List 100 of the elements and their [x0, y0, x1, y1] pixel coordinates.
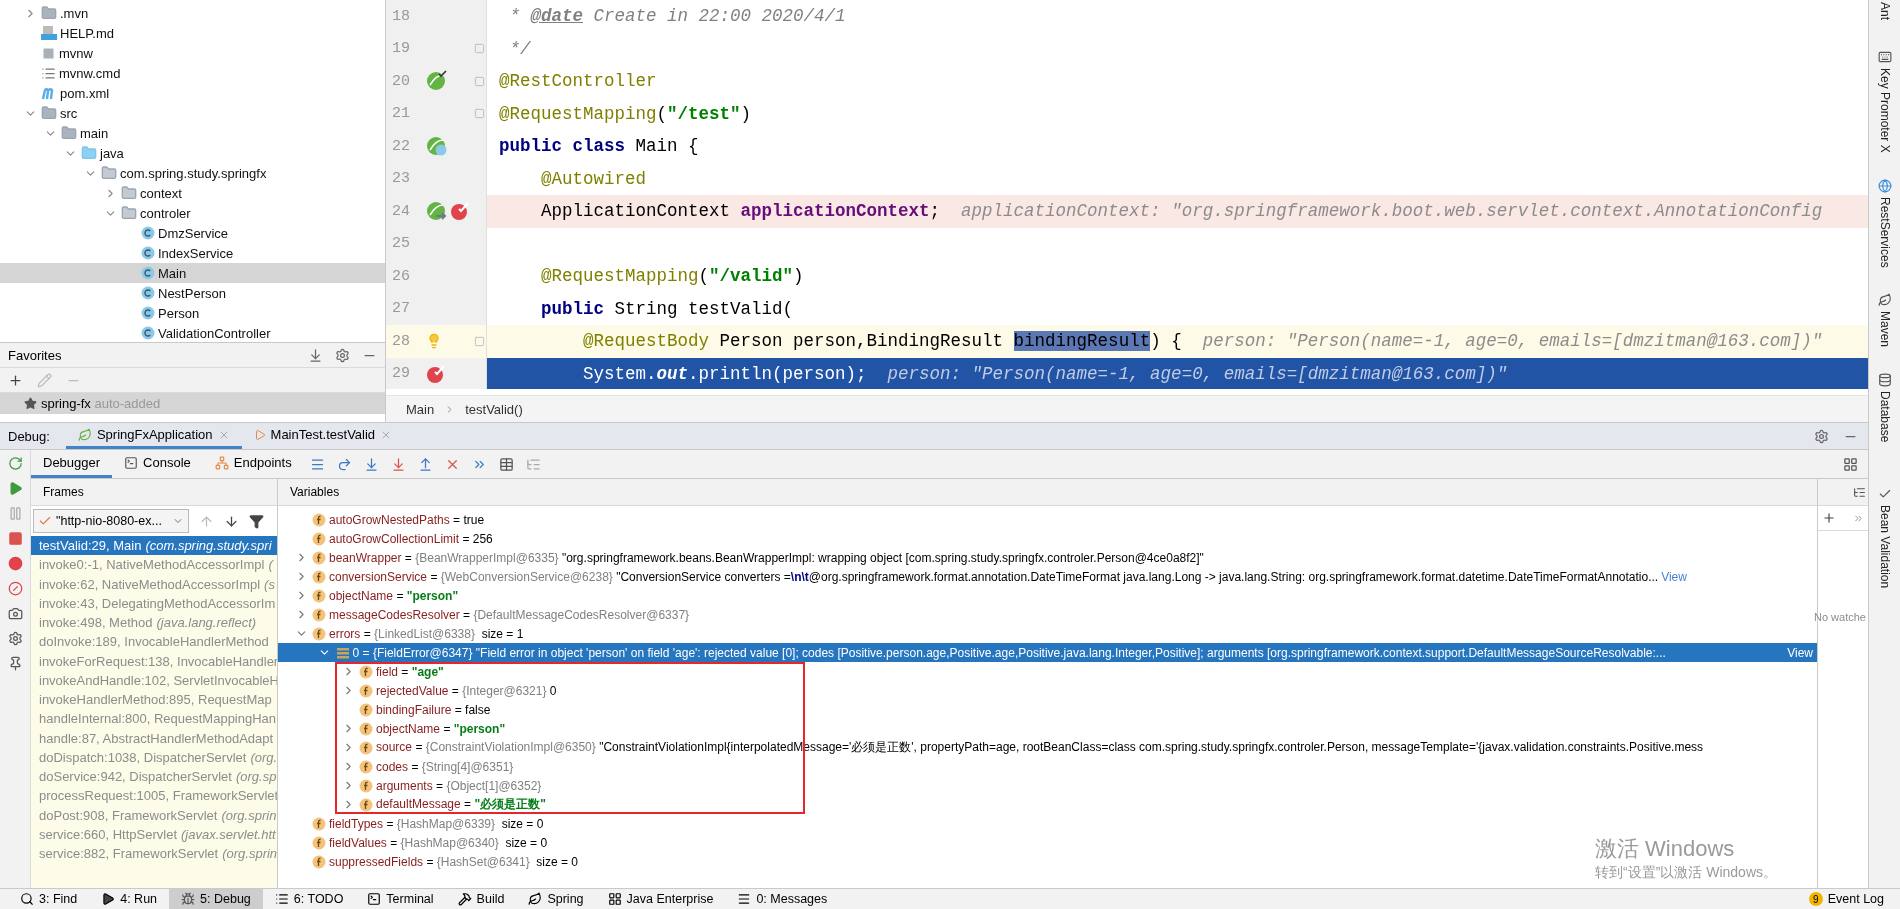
tool-window-button[interactable]: 6: TODO	[262, 889, 356, 909]
settings-icon[interactable]	[7, 631, 23, 646]
view-link[interactable]: View	[1661, 569, 1687, 584]
tool-window-button[interactable]: Java Enterprise	[595, 889, 726, 909]
camera-icon[interactable]	[7, 606, 23, 621]
tool-window-button[interactable]: Ant	[1877, 2, 1892, 20]
tool-window-button[interactable]: Terminal	[355, 889, 446, 909]
breadcrumb-item[interactable]: Main	[406, 401, 435, 417]
tree-row[interactable]: IndexService	[0, 243, 385, 263]
tool-window-button[interactable]: Database	[1877, 373, 1892, 443]
tree-row[interactable]: ValidationController	[0, 323, 385, 342]
stack-frame[interactable]: testValid:29, Main (com.spring.study.spri	[31, 536, 277, 556]
tool-window-button[interactable]: Bean Validation	[1877, 486, 1892, 588]
favorite-item[interactable]: spring-fx auto-added	[0, 393, 385, 414]
tree-row[interactable]: pom.xml	[0, 83, 385, 103]
field-icon	[359, 778, 373, 793]
tree-row[interactable]: controler	[0, 203, 385, 223]
filter-icon[interactable]	[249, 513, 264, 529]
breadcrumb-item[interactable]: testValid()	[465, 401, 523, 417]
breakpoint-icon[interactable]	[426, 363, 446, 384]
rerun-icon[interactable]	[7, 456, 23, 471]
variable-entry[interactable]: fieldValues = {HashMap@6340} size = 0	[329, 835, 548, 850]
thread-dropdown[interactable]: "http-nio-8080-ex...	[33, 509, 189, 533]
variable-entry[interactable]: fieldTypes = {HashMap@6339} size = 0	[329, 816, 544, 831]
variable-entry[interactable]: beanWrapper = {BeanWrapperImpl@6335} "org.springframework.beans.BeanWrapperImpl: wrapping object [com.spring.study.springfx.controler.Person@4ce0a8f2]"	[329, 550, 1204, 565]
class-icon	[141, 326, 155, 340]
tree-row[interactable]: com.spring.study.springfx	[0, 163, 385, 183]
variable-entry[interactable]: rejectedValue = {Integer@6321} 0	[376, 683, 557, 698]
variable-entry[interactable]: autoGrowNestedPaths = true	[329, 512, 485, 527]
fold-marker-icon[interactable]	[473, 108, 485, 120]
tree-row[interactable]: src	[0, 103, 385, 123]
variable-entry[interactable]: suppressedFields = {HashSet@6341} size = 0	[329, 854, 579, 869]
tool-window-button[interactable]: RestServices	[1877, 178, 1892, 268]
arrow-down-icon[interactable]	[224, 513, 239, 529]
variable-entry[interactable]: codes = {String[4]@6351}	[376, 759, 514, 774]
step-over-icon[interactable]	[336, 456, 352, 472]
tool-window-button[interactable]: Spring	[516, 889, 596, 909]
tool-window-button[interactable]: 4: Run	[89, 889, 170, 909]
breakpoint-icon[interactable]	[450, 201, 470, 222]
breakpoints-icon[interactable]	[7, 556, 23, 571]
debugger-tab[interactable]: Console	[112, 450, 203, 478]
event-log-button[interactable]: 9 Event Log	[1802, 889, 1890, 909]
tool-window-button[interactable]: 0: Messages	[725, 889, 840, 909]
variable-entry[interactable]: messageCodesResolver = {DefaultMessageCodesResolver@6337}	[329, 607, 690, 622]
tree-row[interactable]: mvnw	[0, 43, 385, 63]
tool-window-button[interactable]: 5: Debug	[169, 889, 263, 909]
terminal-icon	[367, 892, 382, 906]
tool-window-button[interactable]: 3: Find	[8, 889, 90, 909]
view-link[interactable]: View	[1787, 645, 1813, 660]
fold-marker-icon[interactable]	[473, 43, 485, 55]
stop-icon[interactable]	[7, 531, 23, 546]
tool-window-button[interactable]: Build	[445, 889, 517, 909]
variable-entry[interactable]: field = "age"	[376, 664, 444, 679]
file-name: NestPerson	[158, 285, 226, 301]
menu-icon[interactable]	[309, 456, 325, 472]
tree-row[interactable]: .mvn	[0, 3, 385, 23]
session-tab[interactable]: MainTest.testValid	[241, 423, 405, 449]
variable-entry[interactable]: objectName = "person"	[376, 721, 506, 736]
selected-variable-row[interactable]	[278, 643, 1817, 662]
fold-marker-icon[interactable]	[473, 75, 485, 87]
tree-row[interactable]: java	[0, 143, 385, 163]
variable-entry[interactable]: conversionService = {WebConversionService@6238} "ConversionService converters =\n\t@org.springframework.format.annotation.DateTimeFormat java.lang.Long -> java.lang.String: org.springframework.format.datetime.DateTimeFormatAnnotatio...	[329, 569, 1659, 584]
mute-breakpoints-icon[interactable]	[7, 581, 23, 596]
variable-entry[interactable]: autoGrowCollectionLimit = 256	[329, 531, 493, 546]
list-icon	[274, 892, 289, 906]
variable-entry[interactable]: objectName = "person"	[329, 588, 459, 603]
inline-value-hint: applicationContext: "org.springframework.boot.web.servlet.context.AnnotationConfig	[961, 201, 1823, 222]
variable-entry[interactable]: 0 = {FieldError@6347} "Field error in object 'person' on field 'age': rejected value [0]; codes [Positive.person.age,Positive.age,Positive.java.lang.Integer,Positive]; arguments [org.springframework.context.support.DefaultMessageSourceResolvable:...	[352, 645, 1785, 660]
tool-window-button[interactable]: Key Promoter X	[1877, 50, 1892, 153]
fold-marker-icon[interactable]	[473, 335, 485, 347]
tree-row[interactable]: mvnw.cmd	[0, 63, 385, 83]
tree-row[interactable]: NestPerson	[0, 283, 385, 303]
tree-row[interactable]: HELP.md	[0, 23, 385, 43]
grid-icon	[607, 892, 622, 906]
pin-icon[interactable]	[7, 656, 23, 671]
add-watch-icon[interactable]	[1822, 511, 1836, 525]
settings-icon[interactable]	[1814, 428, 1829, 444]
variable-entry[interactable]: defaultMessage = "必须是正数"	[376, 796, 546, 813]
variable-entry[interactable]: arguments = {Object[1]@6352}	[376, 778, 542, 793]
tree-row[interactable]: context	[0, 183, 385, 203]
line-number: 27	[391, 300, 411, 318]
watches-options-icon[interactable]	[1853, 485, 1866, 499]
bean-class-icon[interactable]	[426, 135, 448, 158]
evaluate-icon[interactable]	[498, 456, 514, 472]
debugger-tab[interactable]: Endpoints	[202, 450, 304, 478]
tree-row[interactable]: main	[0, 123, 385, 143]
settings-icon[interactable]	[335, 347, 350, 363]
add-icon[interactable]	[8, 372, 23, 388]
tree-row[interactable]: DmzService	[0, 223, 385, 243]
variable-entry[interactable]: bindingFailure = false	[376, 702, 491, 717]
tool-window-button[interactable]: Maven	[1877, 293, 1892, 348]
pause-icon[interactable]	[7, 506, 23, 521]
collapse-icon[interactable]	[308, 347, 323, 363]
variable-entry[interactable]: errors = {LinkedList@6338} size = 1	[329, 626, 524, 641]
resume-icon[interactable]	[7, 481, 23, 496]
trace-icon[interactable]	[525, 456, 541, 472]
tree-row[interactable]: Main	[0, 263, 385, 283]
bean-check-icon[interactable]	[426, 70, 448, 93]
layout-icon[interactable]	[1843, 456, 1858, 472]
tree-row[interactable]: Person	[0, 303, 385, 323]
